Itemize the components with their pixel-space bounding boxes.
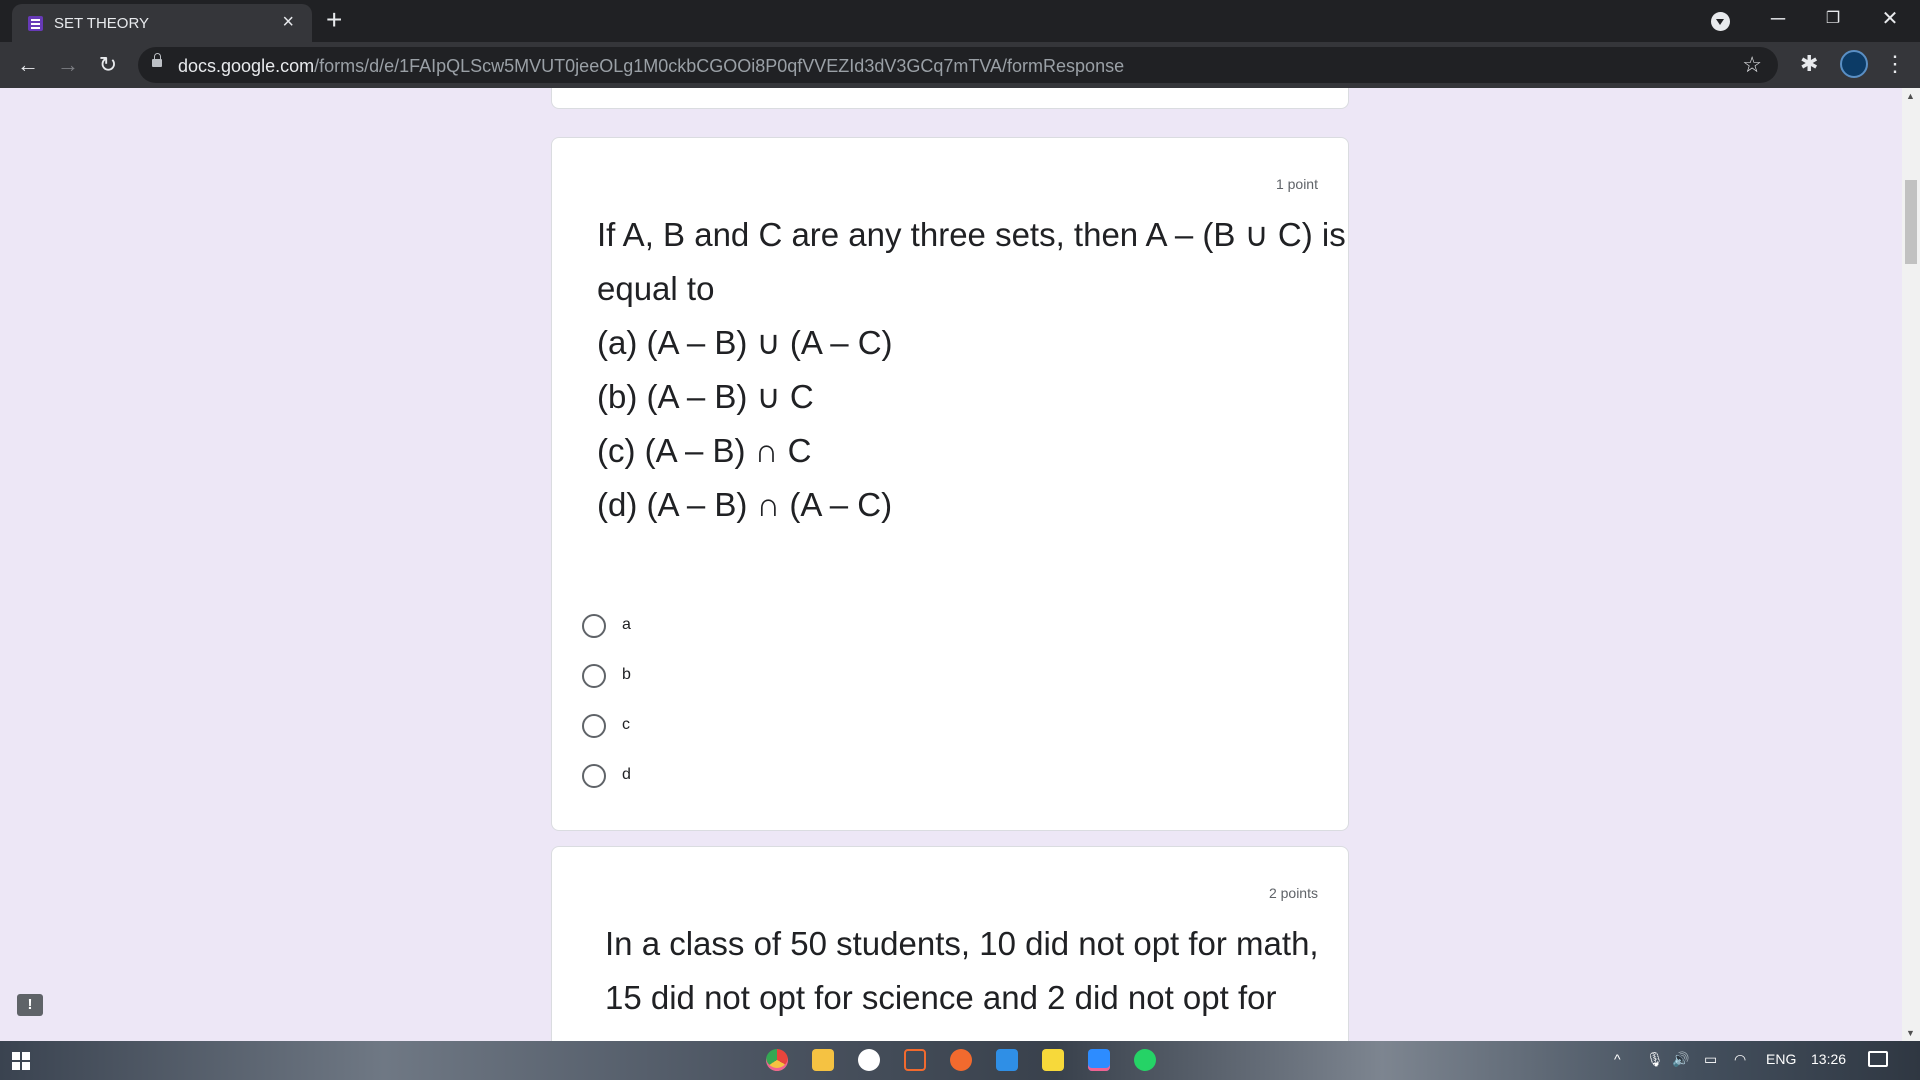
- question-text: In a class of 50 students, 10 did not op…: [605, 917, 1319, 1025]
- option-label: c: [622, 716, 630, 733]
- question-line: (b) (A – B) ∪ C: [597, 378, 814, 415]
- tab-title: SET THEORY: [54, 15, 150, 32]
- option-b[interactable]: b: [582, 662, 882, 690]
- clock[interactable]: 13:26: [1811, 1051, 1846, 1067]
- bookmark-star-icon[interactable]: ☆: [1742, 52, 1762, 78]
- forward-icon[interactable]: →: [54, 51, 82, 79]
- tab-strip: SET THEORY × + ─ ❐ ✕: [0, 0, 1920, 42]
- option-a[interactable]: a: [582, 612, 882, 640]
- question-card-1: 1 point If A, B and C are any three sets…: [551, 137, 1349, 831]
- windows-taskbar: ^ 🎙 🔊 ▭ ◠ ENG 13:26: [0, 1041, 1920, 1080]
- battery-icon[interactable]: ▭: [1704, 1051, 1717, 1068]
- google-forms-favicon-icon: [28, 16, 43, 31]
- tab-search-icon[interactable]: [1711, 12, 1730, 31]
- url-text[interactable]: docs.google.com/forms/d/e/1FAIpQLScw5MVU…: [178, 56, 1124, 77]
- question-points: 2 points: [1268, 885, 1318, 901]
- option-label: d: [622, 766, 631, 783]
- vscode-icon[interactable]: [996, 1049, 1018, 1071]
- url-path: /forms/d/e/1FAIpQLScw5MVUT0jeeOLg1M0ckbC…: [314, 56, 1125, 76]
- new-tab-button[interactable]: +: [326, 6, 342, 34]
- question-line: (d) (A – B) ∩ (A – C): [597, 486, 893, 523]
- previous-question-card: [551, 88, 1349, 109]
- report-feedback-icon[interactable]: !: [17, 994, 43, 1016]
- browser-menu-icon[interactable]: ⋮: [1884, 51, 1906, 77]
- reload-icon[interactable]: ↻: [94, 51, 122, 79]
- back-icon[interactable]: ←: [14, 51, 42, 79]
- microphone-icon[interactable]: 🎙: [1646, 1051, 1664, 1068]
- pen-app-icon[interactable]: [950, 1049, 972, 1071]
- minimize-button[interactable]: ─: [1758, 6, 1798, 32]
- radio-button[interactable]: [582, 714, 606, 738]
- lock-icon[interactable]: [152, 53, 162, 67]
- scrollbar-thumb[interactable]: [1905, 180, 1917, 264]
- form-viewport: 1 point If A, B and C are any three sets…: [0, 88, 1902, 1041]
- browser-tab-set-theory[interactable]: SET THEORY ×: [12, 4, 312, 42]
- extensions-icon[interactable]: ✱: [1800, 51, 1818, 77]
- option-c[interactable]: c: [582, 712, 882, 740]
- language-indicator[interactable]: ENG: [1766, 1051, 1796, 1067]
- question-line: equal to: [597, 270, 715, 307]
- question-line: (a) (A – B) ∪ (A – C): [597, 324, 893, 361]
- scroll-down-arrow-icon[interactable]: ▼: [1906, 1028, 1915, 1038]
- whatsapp-icon[interactable]: [1134, 1049, 1156, 1071]
- question-line: (c) (A – B) ∩ C: [597, 432, 812, 469]
- question-card-2: 2 points In a class of 50 students, 10 d…: [551, 846, 1349, 1041]
- question-line: In a class of 50 students, 10 did not op…: [605, 925, 1319, 962]
- chrome-icon[interactable]: [766, 1049, 788, 1071]
- scroll-up-arrow-icon[interactable]: ▲: [1906, 91, 1915, 101]
- radio-button[interactable]: [582, 614, 606, 638]
- zoom-icon[interactable]: [1088, 1049, 1110, 1071]
- radio-button[interactable]: [582, 764, 606, 788]
- restore-button[interactable]: ❐: [1813, 6, 1853, 32]
- window-close-button[interactable]: ✕: [1870, 6, 1910, 32]
- tray-caret-icon[interactable]: ^: [1614, 1051, 1621, 1067]
- question-text: If A, B and C are any three sets, then A…: [597, 208, 1346, 532]
- page-scrollbar[interactable]: ▲ ▼: [1902, 88, 1920, 1041]
- option-label: b: [622, 666, 631, 683]
- option-label: a: [622, 616, 631, 633]
- volume-icon[interactable]: 🔊: [1672, 1051, 1689, 1068]
- option-d[interactable]: d: [582, 762, 882, 790]
- address-bar[interactable]: docs.google.com/forms/d/e/1FAIpQLScw5MVU…: [138, 47, 1778, 83]
- sticky-notes-icon[interactable]: [1042, 1049, 1064, 1071]
- radio-button[interactable]: [582, 664, 606, 688]
- tab-close-icon[interactable]: ×: [282, 12, 294, 32]
- wifi-icon[interactable]: ◠: [1734, 1051, 1746, 1068]
- notification-center-icon[interactable]: [1868, 1051, 1888, 1067]
- windows-start-icon[interactable]: [12, 1052, 30, 1070]
- url-host: docs.google.com: [178, 56, 315, 76]
- browser-toolbar: ← → ↻ docs.google.com/forms/d/e/1FAIpQLS…: [0, 42, 1920, 88]
- question-points: 1 point: [1275, 176, 1318, 192]
- app-icon[interactable]: [858, 1049, 880, 1071]
- file-explorer-icon[interactable]: [812, 1049, 834, 1071]
- terminal-icon[interactable]: [904, 1049, 926, 1071]
- question-line: If A, B and C are any three sets, then A…: [597, 216, 1346, 253]
- question-line: 15 did not opt for science and 2 did not…: [605, 979, 1277, 1016]
- profile-avatar[interactable]: [1840, 50, 1868, 78]
